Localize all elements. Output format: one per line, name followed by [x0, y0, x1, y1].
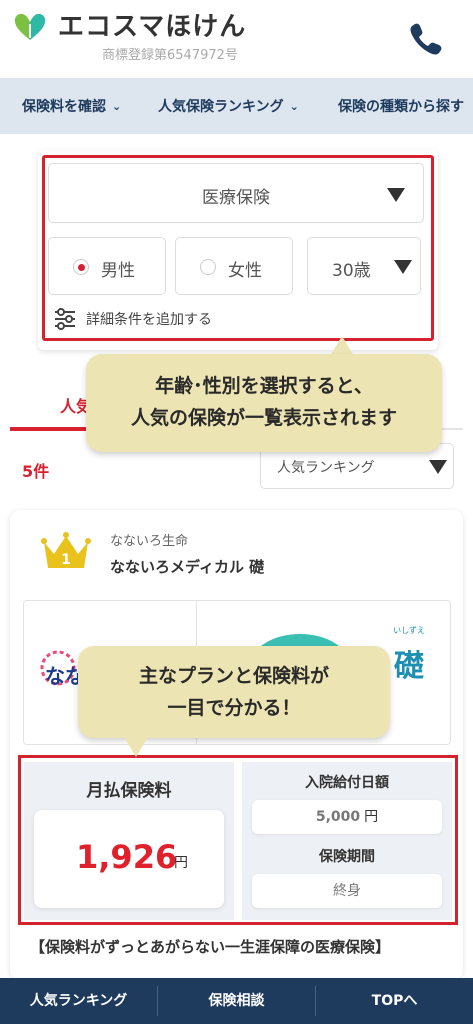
chevron-down-icon: ⌄ [289, 100, 299, 113]
tooltip-tail [124, 737, 148, 757]
period-value: 終身 [333, 883, 361, 899]
phone-icon[interactable] [404, 18, 444, 58]
sort-value: 人気ランキング [277, 460, 375, 476]
gender-male-label: 男性 [101, 261, 135, 281]
dropdown-triangle-icon [394, 260, 412, 274]
rank-number: 1 [61, 552, 71, 568]
product-name[interactable]: なないろメディカル 礎 [110, 556, 264, 577]
benefit-label: 入院給付日額 [305, 775, 389, 791]
insurance-type-select[interactable]: 医療保険 [48, 163, 424, 223]
period-label: 保険期間 [319, 849, 375, 865]
tooltip-line: 主なプランと保険料が [138, 665, 329, 687]
gender-female-label: 女性 [228, 261, 262, 281]
dropdown-triangle-icon [387, 188, 405, 202]
stamp-reading: いしずえ [393, 626, 425, 635]
nav-item-label: 保険の種類から探す [338, 99, 464, 115]
bottom-top-button[interactable]: TOPへ [316, 978, 473, 1024]
sliders-icon [55, 308, 75, 330]
stamp-kanji: 礎 [394, 649, 424, 684]
nav-item-premium-check[interactable]: 保険料を確認 ⌄ [22, 96, 121, 116]
gender-female-option[interactable]: 女性 [175, 237, 293, 295]
insurance-type-value: 医療保険 [202, 188, 270, 208]
age-value: 30歳 [332, 261, 371, 281]
site-logo-text[interactable]: エコスマほけん [58, 6, 246, 43]
bottom-consult-button[interactable]: 保険相談 [158, 978, 315, 1024]
age-select[interactable]: 30歳 [307, 237, 421, 295]
bottom-bar: 人気ランキング 保険相談 TOPへ [0, 978, 473, 1024]
benefit-unit: 円 [364, 809, 379, 825]
period-value-box: 終身 [252, 874, 442, 908]
premium-amount: 1,926 [76, 838, 178, 876]
company-name: なないろ生命 [110, 534, 189, 549]
nav-item-label: 人気保険ランキング [158, 99, 284, 115]
tooltip-plan-hint: 主なプランと保険料が 一目で分かる！ [78, 646, 390, 738]
dropdown-triangle-icon [429, 460, 447, 474]
detail-conditions-label: 詳細条件を追加する [86, 312, 212, 328]
main-nav: 保険料を確認 ⌄ 人気保険ランキング ⌄ 保険の種類から探す [0, 78, 473, 134]
premium-label: 月払保険料 [86, 781, 172, 801]
result-count: 5件 [22, 462, 50, 481]
tooltip-line: 人気の保険が一覧表示されます [130, 407, 397, 429]
trademark-text: 商標登録第6547972号 [102, 48, 238, 63]
benefit-value: 5,000 [315, 809, 361, 825]
tooltip-tail [330, 336, 354, 356]
premium-unit: 円 [174, 855, 188, 871]
nav-item-label: 保険料を確認 [22, 99, 106, 115]
chevron-down-icon: ⌄ [112, 100, 122, 113]
radio-unselected-icon [200, 259, 216, 275]
nav-item-insurance-types[interactable]: 保険の種類から探す [338, 96, 464, 116]
tooltip-search-hint: 年齢･性別を選択すると、 人気の保険が一覧表示されます [86, 354, 442, 452]
product-stamp: いしずえ 礎 [382, 625, 436, 689]
tooltip-line: 年齢･性別を選択すると、 [155, 375, 373, 397]
radio-selected-icon [73, 259, 89, 275]
benefit-value-box: 5,000 円 [252, 800, 442, 834]
leaf-heart-logo-icon[interactable] [12, 12, 48, 42]
tooltip-line: 一目で分かる！ [167, 697, 301, 719]
gender-male-option[interactable]: 男性 [48, 237, 166, 295]
product-description: 【保険料がずっとあがらない一生涯保障の医療保険】 [30, 938, 391, 956]
site-header: エコスマほけん 商標登録第6547972号 [0, 0, 473, 78]
crown-rank-icon: 1 [41, 532, 91, 568]
bottom-ranking-button[interactable]: 人気ランキング [0, 978, 157, 1024]
nav-item-ranking[interactable]: 人気保険ランキング ⌄ [158, 96, 299, 116]
